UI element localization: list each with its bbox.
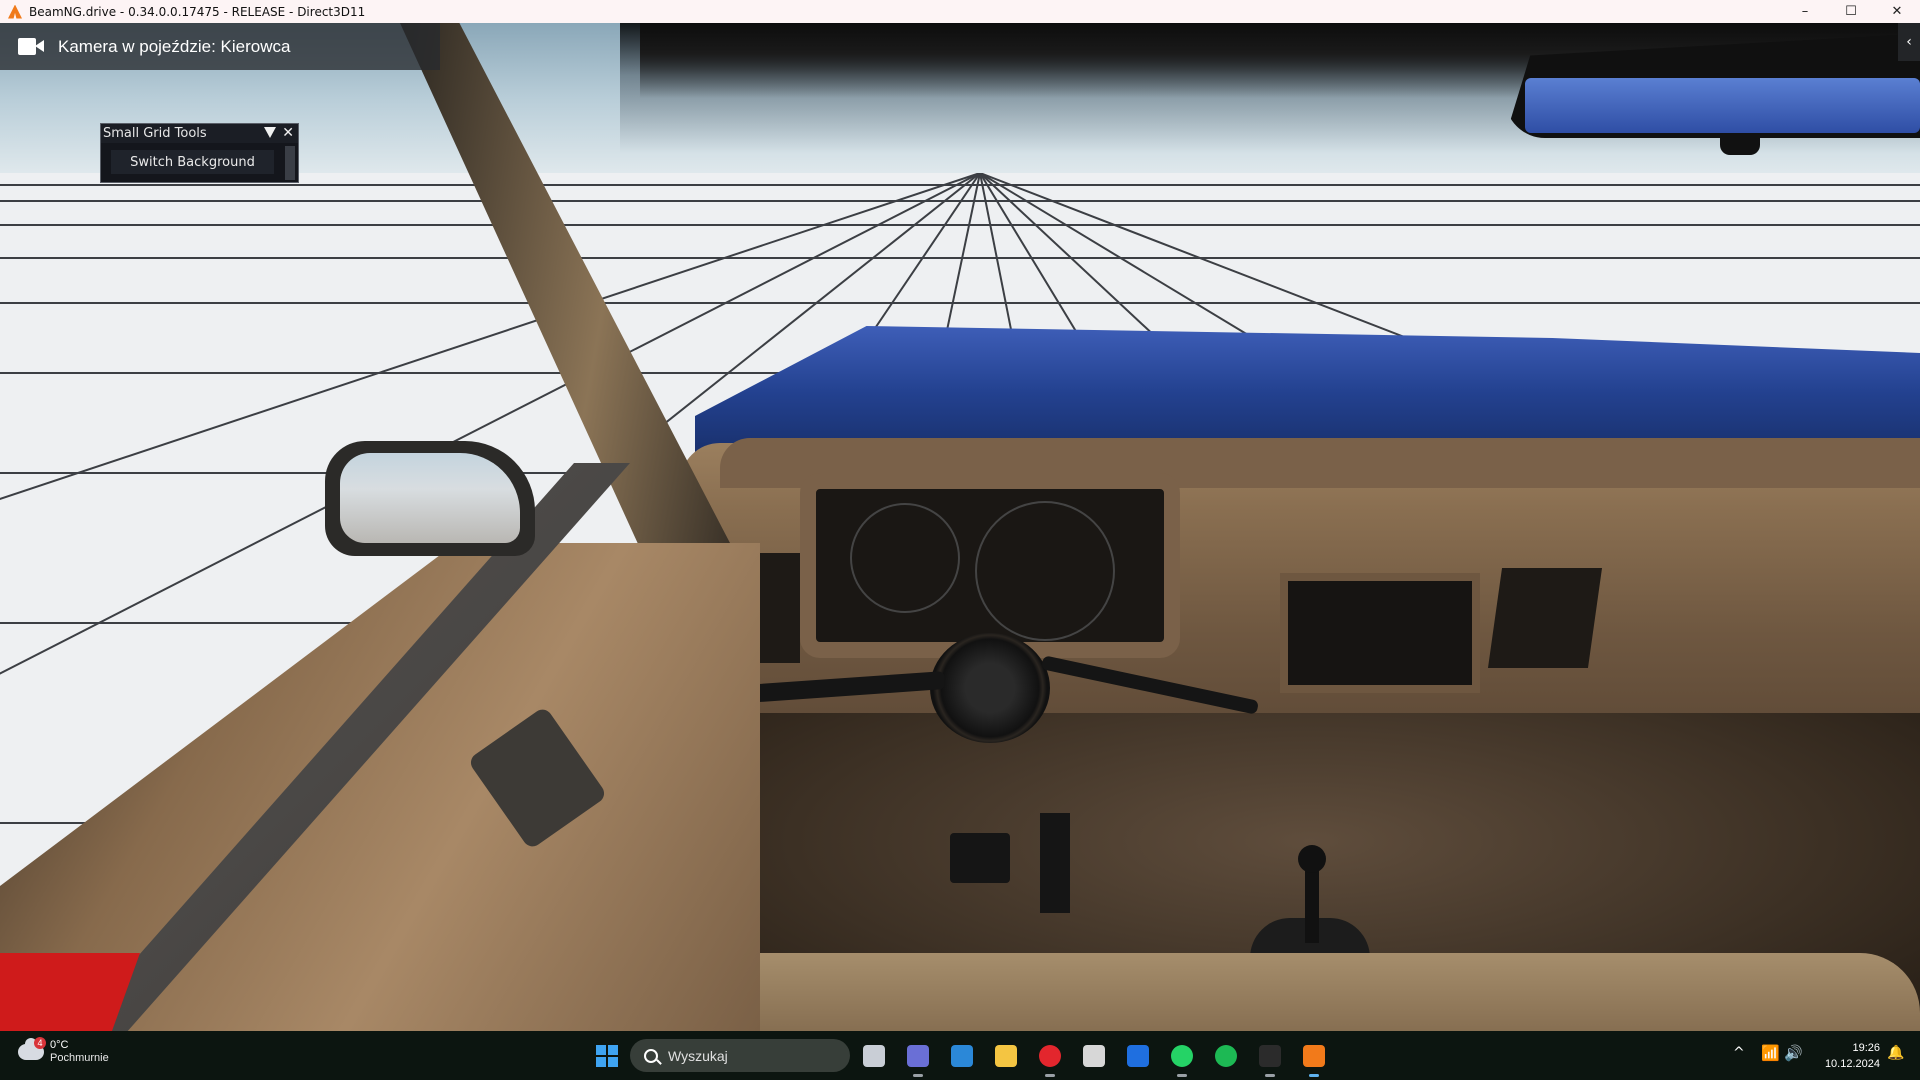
rearview-mirror-mount [1720,133,1760,155]
beamng-app-icon [8,4,22,19]
search-icon [644,1048,658,1063]
switch-background-button[interactable]: Switch Background [111,150,274,174]
taskbar-app-microsoft-store[interactable] [946,1040,978,1072]
window-titlebar: BeamNG.drive - 0.34.0.0.17475 - RELEASE … [0,0,1920,23]
running-indicator [1309,1074,1319,1077]
running-indicator [1265,1074,1275,1077]
taskbar-app-terminal[interactable] [1254,1040,1286,1077]
weather-widget[interactable]: 4 0°C Pochmurnie [18,1037,109,1065]
terminal-icon [1259,1045,1281,1067]
small-grid-tools-header[interactable]: Small Grid Tools ✕ [101,124,298,143]
side-panel-toggle-button[interactable]: ‹ [1898,23,1920,61]
clock-date: 10.12.2024 [1824,1058,1880,1070]
window-title: BeamNG.drive - 0.34.0.0.17475 - RELEASE … [29,4,366,19]
clock-time: 19:26 [1852,1042,1880,1054]
air-vent-right [1487,568,1603,668]
taskbar-app-opera[interactable] [1034,1040,1066,1077]
bench-seat [670,953,1920,1031]
clutch-pedal [1040,813,1070,913]
file-explorer-icon [995,1045,1017,1067]
brake-pedal [950,833,1010,883]
taskbar-app-app-blue[interactable] [1122,1040,1154,1072]
taskbar-app-task-view[interactable] [858,1040,890,1072]
taskbar-app-unity[interactable] [1078,1040,1110,1072]
app-blue-icon [1127,1045,1149,1067]
taskbar-search[interactable]: Wyszukaj [630,1039,850,1072]
taskbar-app-file-explorer[interactable] [990,1040,1022,1072]
running-indicator [1177,1074,1187,1077]
shifter-knob [1298,845,1326,873]
task-view-icon [863,1045,885,1067]
taskbar-app-spotify[interactable] [1210,1040,1242,1072]
weather-temperature: 0°C [50,1039,69,1051]
video-camera-icon [18,38,44,55]
search-placeholder: Wyszukaj [668,1047,728,1064]
collapse-triangle-icon[interactable] [264,127,276,138]
minimize-button[interactable]: – [1782,0,1828,23]
camera-mode-bar[interactable]: Kamera w pojeździe: Kierowca [0,23,440,70]
small-grid-tools-window: Small Grid Tools ✕ Switch Background [100,123,299,183]
windows-taskbar: 4 0°C Pochmurnie Wyszukaj ^ 📶 🔊 19:26 10… [0,1031,1920,1080]
speedometer-gauge [975,501,1115,641]
running-indicator [913,1074,923,1077]
volume-icon[interactable]: 🔊 [1784,1044,1803,1062]
windows-logo-icon [596,1045,606,1055]
teams-icon [907,1045,929,1067]
window-controls: – ☐ ✕ [1782,0,1920,23]
camera-mode-label: Kamera w pojeździe: Kierowca [58,36,291,56]
small-grid-tools-title: Small Grid Tools [103,126,207,141]
small-grid-tools-close-button[interactable]: ✕ [282,125,294,141]
small-grid-tools-body: Switch Background [101,143,298,183]
close-button[interactable]: ✕ [1874,0,1920,23]
wifi-icon[interactable]: 📶 [1761,1044,1780,1062]
spotify-icon [1215,1045,1237,1067]
taskbar-app-teams[interactable] [902,1040,934,1077]
opera-icon [1039,1045,1061,1067]
taskbar-clock[interactable]: 19:26 10.12.2024 [1810,1040,1880,1072]
rearview-mirror-glass [1525,78,1920,133]
weather-badge: 4 [34,1037,46,1049]
taskbar-app-beamng[interactable] [1298,1040,1330,1077]
steering-column [930,633,1050,743]
radio-panel [1280,573,1480,693]
tray-overflow-chevron-icon[interactable]: ^ [1733,1045,1745,1061]
running-indicator [1045,1074,1055,1077]
start-button[interactable] [596,1045,618,1067]
small-grid-tools-scrollbar[interactable] [285,146,295,180]
maximize-button[interactable]: ☐ [1828,0,1874,23]
microsoft-store-icon [951,1045,973,1067]
unity-icon [1083,1045,1105,1067]
notification-bell-icon[interactable]: 🔔 [1887,1045,1904,1061]
beamng-icon [1303,1045,1325,1067]
side-mirror-glass [340,453,520,543]
tachometer-gauge [850,503,960,613]
taskbar-app-whatsapp[interactable] [1166,1040,1198,1077]
whatsapp-icon [1171,1045,1193,1067]
weather-condition: Pochmurnie [50,1052,109,1064]
